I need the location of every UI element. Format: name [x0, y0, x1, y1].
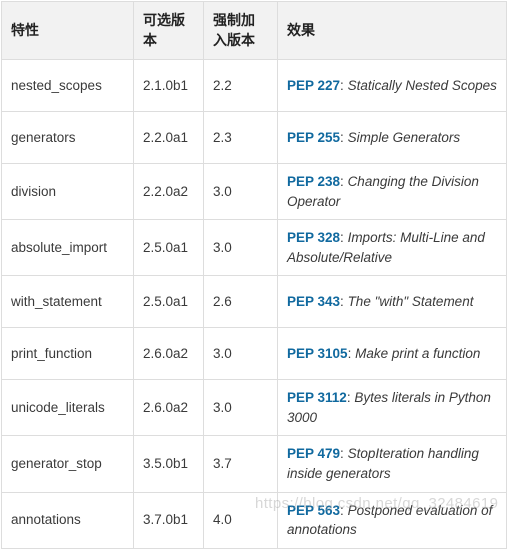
- cell-mandatory-version: 2.2: [203, 59, 278, 112]
- cell-effect: PEP 563: Postponed evaluation of annotat…: [277, 491, 507, 549]
- cell-mandatory-version: 2.6: [203, 275, 278, 329]
- cell-mandatory-version: 3.0: [203, 379, 278, 437]
- pep-description: The "with" Statement: [347, 293, 474, 309]
- table-header: 特性 可选版本 强制加入版本 效果: [1, 1, 507, 60]
- pep-link[interactable]: PEP 255: [287, 130, 340, 145]
- cell-effect: PEP 343: The "with" Statement: [277, 275, 507, 329]
- pep-separator: :: [340, 502, 348, 518]
- cell-optional-version: 2.2.0a2: [133, 162, 204, 221]
- pep-description: Make print a function: [355, 345, 481, 361]
- cell-effect: PEP 227: Statically Nested Scopes: [277, 59, 507, 112]
- table-row: with_statement 2.5.0a1 2.6 PEP 343: The …: [1, 275, 507, 329]
- table-row: generators 2.2.0a1 2.3 PEP 255: Simple G…: [1, 111, 507, 164]
- table-row: absolute_import 2.5.0a1 3.0 PEP 328: Imp…: [1, 219, 507, 277]
- cell-feature: print_function: [1, 327, 134, 381]
- cell-effect: PEP 3105: Make print a function: [277, 327, 507, 381]
- cell-optional-version: 3.5.0b1: [133, 435, 204, 493]
- cell-optional-version: 2.1.0b1: [133, 59, 204, 112]
- column-header-feature: 特性: [1, 1, 134, 60]
- pep-separator: :: [340, 230, 348, 246]
- pep-separator: :: [340, 293, 348, 309]
- pep-link[interactable]: PEP 227: [287, 78, 340, 93]
- cell-mandatory-version: 3.0: [203, 327, 278, 381]
- column-header-effect: 效果: [277, 1, 507, 60]
- column-header-mandatory-version: 强制加入版本: [203, 1, 278, 60]
- table-row: annotations 3.7.0b1 4.0 PEP 563: Postpon…: [1, 491, 507, 549]
- pep-link[interactable]: PEP 238: [287, 174, 340, 189]
- cell-effect: PEP 3112: Bytes literals in Python 3000: [277, 379, 507, 437]
- cell-feature: annotations: [1, 491, 134, 549]
- table-header-row: 特性 可选版本 强制加入版本 效果: [1, 1, 507, 60]
- table-row: division 2.2.0a2 3.0 PEP 238: Changing t…: [1, 162, 507, 221]
- cell-feature: generator_stop: [1, 435, 134, 493]
- cell-optional-version: 2.5.0a1: [133, 219, 204, 277]
- cell-feature: with_statement: [1, 275, 134, 329]
- cell-optional-version: 2.2.0a1: [133, 111, 204, 164]
- pep-link[interactable]: PEP 563: [287, 503, 340, 518]
- pep-separator: :: [340, 77, 348, 93]
- table-body: nested_scopes 2.1.0b1 2.2 PEP 227: Stati…: [1, 59, 507, 549]
- cell-effect: PEP 255: Simple Generators: [277, 111, 507, 164]
- cell-feature: unicode_literals: [1, 379, 134, 437]
- pep-link[interactable]: PEP 343: [287, 294, 340, 309]
- pep-separator: :: [340, 129, 348, 145]
- cell-feature: generators: [1, 111, 134, 164]
- cell-mandatory-version: 3.0: [203, 219, 278, 277]
- cell-optional-version: 2.5.0a1: [133, 275, 204, 329]
- cell-optional-version: 2.6.0a2: [133, 327, 204, 381]
- table-row: print_function 2.6.0a2 3.0 PEP 3105: Mak…: [1, 327, 507, 381]
- table-row: nested_scopes 2.1.0b1 2.2 PEP 227: Stati…: [1, 59, 507, 112]
- pep-link[interactable]: PEP 479: [287, 446, 340, 461]
- cell-mandatory-version: 3.7: [203, 435, 278, 493]
- cell-feature: division: [1, 162, 134, 221]
- cell-mandatory-version: 3.0: [203, 162, 278, 221]
- future-features-table: 特性 可选版本 强制加入版本 效果 nested_scopes 2.1.0b1 …: [1, 1, 507, 549]
- cell-effect: PEP 479: StopIteration handling inside g…: [277, 435, 507, 493]
- pep-link[interactable]: PEP 3105: [287, 346, 348, 361]
- pep-description: Simple Generators: [347, 129, 461, 145]
- cell-optional-version: 2.6.0a2: [133, 379, 204, 437]
- column-header-optional-version: 可选版本: [133, 1, 204, 60]
- pep-link[interactable]: PEP 328: [287, 230, 340, 245]
- feature-table-container: 特性 可选版本 强制加入版本 效果 nested_scopes 2.1.0b1 …: [0, 0, 508, 549]
- cell-effect: PEP 238: Changing the Division Operator: [277, 162, 507, 221]
- table-row: generator_stop 3.5.0b1 3.7 PEP 479: Stop…: [1, 435, 507, 493]
- pep-separator: :: [347, 345, 356, 361]
- pep-separator: :: [340, 174, 348, 189]
- pep-separator: :: [340, 446, 348, 462]
- cell-mandatory-version: 4.0: [203, 491, 278, 549]
- cell-mandatory-version: 2.3: [203, 111, 278, 164]
- cell-feature: absolute_import: [1, 219, 134, 277]
- cell-effect: PEP 328: Imports: Multi-Line and Absolut…: [277, 219, 507, 277]
- table-row: unicode_literals 2.6.0a2 3.0 PEP 3112: B…: [1, 379, 507, 437]
- cell-optional-version: 3.7.0b1: [133, 491, 204, 549]
- pep-description: Statically Nested Scopes: [347, 77, 497, 93]
- cell-feature: nested_scopes: [1, 59, 134, 112]
- pep-link[interactable]: PEP 3112: [287, 390, 347, 405]
